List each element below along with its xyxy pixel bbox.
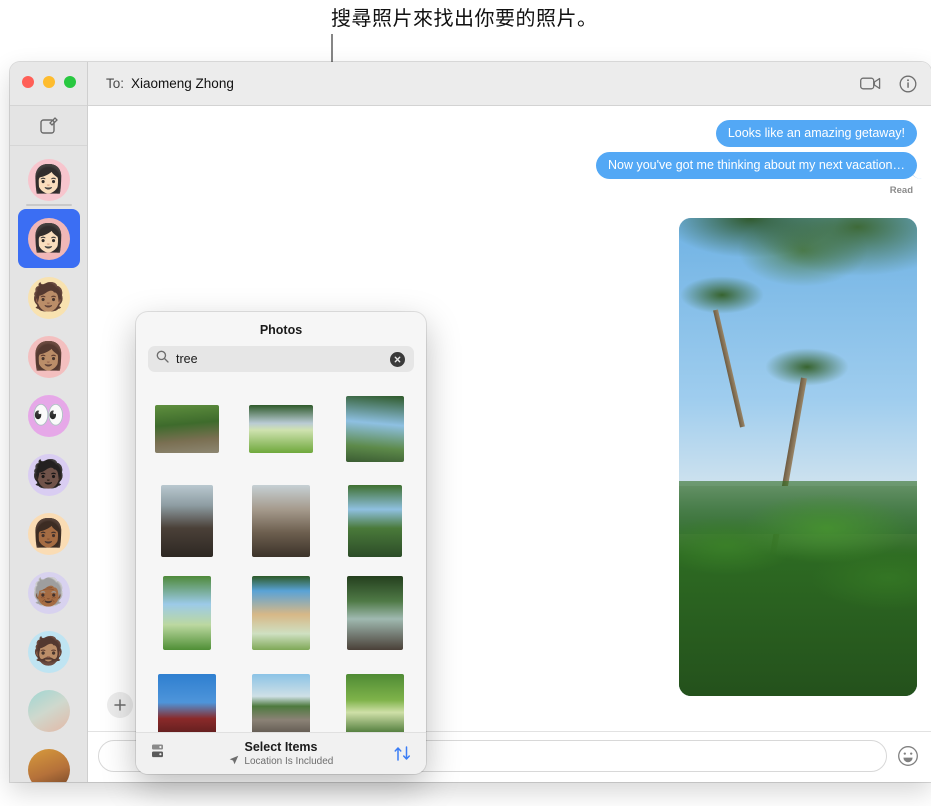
caption-text: 搜尋照片來找出你要的照片。 xyxy=(331,8,598,30)
photo-cell xyxy=(238,383,324,475)
sidebar-item-8[interactable]: 🧓🏾 xyxy=(18,563,80,622)
sidebar-item-3[interactable]: 🧑🏽 xyxy=(18,268,80,327)
sidebar-item-4[interactable]: 👩🏽 xyxy=(18,327,80,386)
photo-dog-in-grass[interactable] xyxy=(252,576,310,650)
magnifier-icon xyxy=(156,350,169,368)
photo-cell xyxy=(332,475,418,567)
photo-sea-cliffs[interactable] xyxy=(161,485,213,557)
avatar: 👩🏻 xyxy=(27,217,70,260)
minimize-button[interactable] xyxy=(43,76,55,88)
attachment-foliage xyxy=(679,481,917,696)
photos-footer: Select Items Location Is Included xyxy=(136,732,426,774)
photo-white-flowers[interactable] xyxy=(346,674,404,732)
photos-grid[interactable] xyxy=(136,383,426,732)
compose-row xyxy=(10,106,87,146)
avatar: 🧓🏾 xyxy=(27,571,70,614)
photo-cell xyxy=(332,659,418,732)
plus-icon xyxy=(114,699,126,711)
sidebar-item-7[interactable]: 👩🏾 xyxy=(18,504,80,563)
photo-palm-path[interactable] xyxy=(347,576,403,650)
avatar xyxy=(27,689,70,732)
photo-rocky-coast[interactable] xyxy=(252,485,310,557)
sort-arrows-icon[interactable] xyxy=(393,745,412,762)
recipient-name: Xiaomeng Zhong xyxy=(131,76,234,91)
photo-cell xyxy=(144,567,230,659)
photos-popover: Photos tree Select Items Location Is Inc… xyxy=(136,312,426,774)
traffic-lights xyxy=(22,76,76,88)
compose-icon[interactable] xyxy=(39,116,58,135)
avatar: 👀 xyxy=(27,394,70,437)
avatar xyxy=(27,748,70,782)
photo-cell xyxy=(238,475,324,567)
location-included-label: Location Is Included xyxy=(244,756,334,767)
info-circle-icon[interactable] xyxy=(899,75,917,93)
photo-cell xyxy=(238,659,324,732)
photo-palm-sky[interactable] xyxy=(163,576,211,650)
photo-jungle-river[interactable] xyxy=(348,485,402,557)
photo-library-icon[interactable] xyxy=(150,743,167,764)
close-button[interactable] xyxy=(22,76,34,88)
avatar: 👩🏻 xyxy=(27,158,70,201)
sidebar-item-10[interactable] xyxy=(18,681,80,740)
sidebar-item-1[interactable]: 👩🏻 xyxy=(18,150,80,209)
photo-palm-river[interactable] xyxy=(346,396,404,462)
avatar: 🧑🏽 xyxy=(27,276,70,319)
to-label: To: xyxy=(106,76,125,91)
palm-fronds-center xyxy=(741,336,873,398)
photo-cell xyxy=(332,383,418,475)
sidebar-item-11[interactable] xyxy=(18,740,80,782)
photos-search-value: tree xyxy=(176,352,198,366)
video-camera-icon[interactable] xyxy=(860,76,881,91)
sidebar-item-5[interactable]: 👀 xyxy=(18,386,80,445)
conversations-sidebar: 👩🏻 👩🏻 🧑🏽 👩🏽 👀 🧑🏿 👩🏾 🧓🏾 🧔🏽 xyxy=(10,62,88,782)
photo-cell xyxy=(332,567,418,659)
read-receipt: Read xyxy=(889,185,913,196)
message-bubble[interactable]: Looks like an amazing getaway! xyxy=(715,120,917,147)
emoji-smiley-icon[interactable] xyxy=(895,743,921,769)
photos-popover-title: Photos xyxy=(259,323,303,337)
conversation-header: To: Xiaomeng Zhong xyxy=(88,62,931,106)
add-attachment-button[interactable] xyxy=(107,692,133,718)
photo-red-leaves[interactable] xyxy=(158,674,216,732)
photos-search-field[interactable]: tree xyxy=(148,346,414,372)
photo-forest-stream[interactable] xyxy=(155,405,219,453)
photos-footer-center: Select Items Location Is Included xyxy=(136,740,426,767)
location-included-row: Location Is Included xyxy=(136,755,426,767)
clear-circle-icon[interactable] xyxy=(390,351,405,367)
photo-attachment[interactable] xyxy=(679,218,917,696)
select-items-label: Select Items xyxy=(244,740,318,754)
avatar: 🧔🏽 xyxy=(27,630,70,673)
avatar: 🧑🏿 xyxy=(27,453,70,496)
photo-cell xyxy=(238,567,324,659)
sidebar-item-6[interactable]: 🧑🏿 xyxy=(18,445,80,504)
palm-fronds-left xyxy=(679,266,781,324)
photo-cell xyxy=(144,659,230,732)
photo-cell xyxy=(144,383,230,475)
photo-green-meadow[interactable] xyxy=(249,405,313,453)
photos-search-row: tree xyxy=(136,346,426,383)
photo-black-beach[interactable] xyxy=(252,674,310,732)
message-bubble[interactable]: Now you've got me thinking about my next… xyxy=(596,152,917,179)
photo-cell xyxy=(144,475,230,567)
location-arrow-icon xyxy=(229,755,242,767)
sidebar-item-9[interactable]: 🧔🏽 xyxy=(18,622,80,681)
sidebar-item-2[interactable]: 👩🏻 xyxy=(17,204,80,268)
avatar: 👩🏽 xyxy=(27,335,70,378)
zoom-button[interactable] xyxy=(64,76,76,88)
avatar: 👩🏾 xyxy=(27,512,70,555)
conversation-list[interactable]: 👩🏻 👩🏻 🧑🏽 👩🏽 👀 🧑🏿 👩🏾 🧓🏾 🧔🏽 xyxy=(10,146,87,782)
